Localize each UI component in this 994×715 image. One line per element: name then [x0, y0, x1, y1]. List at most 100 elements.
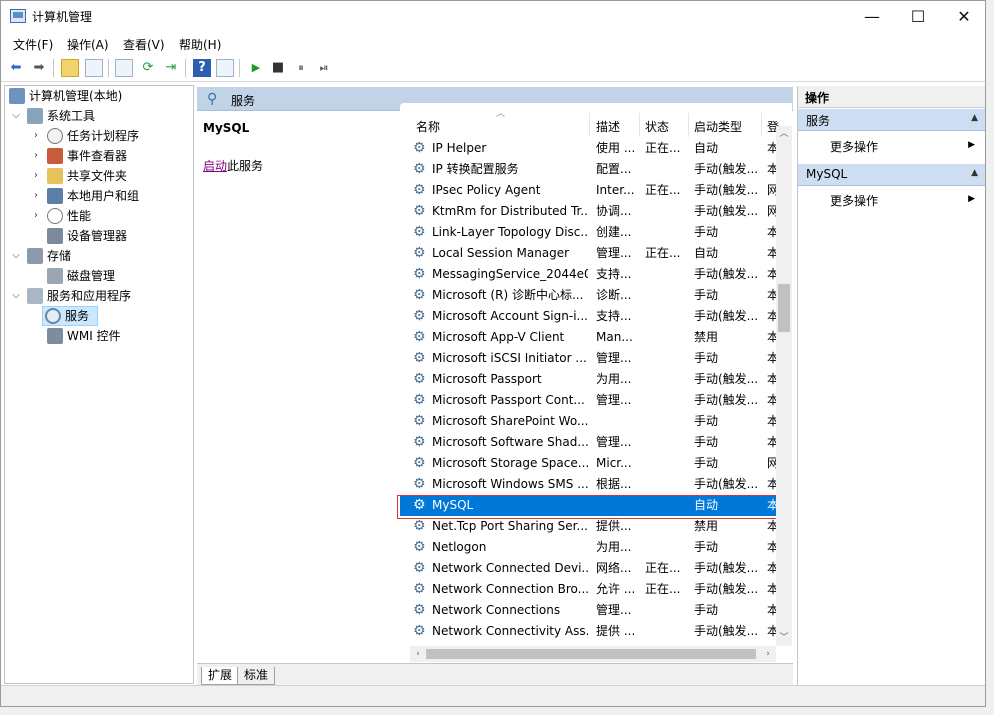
menu-help[interactable]: 帮助(H)	[179, 36, 221, 53]
service-name: Microsoft Passport	[432, 372, 542, 386]
service-startup-type: 手动	[694, 456, 719, 470]
show-hide-tree-icon[interactable]	[85, 59, 103, 77]
service-row[interactable]: ⚙ IP 转换配置服务 配置... 手动(触发... 本	[400, 159, 779, 180]
service-row[interactable]: ⚙ Network Connectivity Ass... 提供 ... 手动(触发.…	[400, 621, 779, 642]
help-icon[interactable]: ?	[193, 59, 211, 77]
gear-icon: ⚙	[413, 182, 426, 198]
tab-standard[interactable]: 标准	[237, 667, 276, 685]
action-group-services[interactable]: 服务 ▲	[798, 109, 985, 131]
stop-icon[interactable]: ■	[269, 59, 287, 77]
service-row[interactable]: ⚙ Local Session Manager 管理... 正在... 自动本	[400, 243, 779, 264]
back-icon[interactable]: ⬅	[7, 59, 25, 77]
device-manager-icon	[47, 228, 63, 244]
column-description[interactable]: 描述	[596, 118, 620, 135]
service-row[interactable]: ⚙ MySQL 自动本	[400, 495, 779, 516]
service-row[interactable]: ⚙ Microsoft Windows SMS ... 根据... 手动(触发... 本	[400, 474, 779, 495]
service-description: 使用 ...	[596, 141, 636, 155]
service-startup-type: 手动(触发...	[694, 393, 759, 407]
service-row[interactable]: ⚙ Microsoft Passport Cont... 管理... 手动(触发...…	[400, 390, 779, 411]
service-name: Microsoft Software Shad...	[432, 435, 588, 449]
service-description: 根据...	[596, 477, 632, 491]
service-description: 创建...	[596, 225, 632, 239]
scroll-up-icon[interactable]: ︿	[776, 126, 792, 142]
collapse-up-icon[interactable]: ▲	[971, 168, 978, 178]
forward-icon[interactable]: ➡	[30, 59, 48, 77]
column-name[interactable]: 名称	[416, 118, 440, 135]
services-applications-icon	[27, 288, 43, 304]
expand-icon[interactable]: ›	[31, 166, 41, 186]
performance-icon	[47, 208, 63, 224]
vertical-scrollbar[interactable]: ︿ ﹀	[776, 126, 792, 646]
service-startup-type: 手动	[694, 414, 719, 428]
service-row[interactable]: ⚙ Microsoft iSCSI Initiator ... 管理... 手动本	[400, 348, 779, 369]
service-row[interactable]: ⚙ Network Connected Devi... 网络... 正在... 手动(触…	[400, 558, 779, 579]
expand-icon[interactable]: ›	[31, 146, 41, 166]
menu-view[interactable]: 查看(V)	[123, 36, 165, 53]
service-name: MySQL	[432, 498, 474, 512]
service-startup-type: 禁用	[694, 519, 719, 533]
service-row[interactable]: ⚙ Microsoft Storage Space... Micr... 手动网	[400, 453, 779, 474]
view-tabs: 扩展 标准	[197, 663, 793, 685]
more-actions-services[interactable]: 更多操作	[830, 138, 878, 155]
service-startup-type: 自动	[694, 141, 719, 155]
service-row[interactable]: ⚙ Microsoft (R) 诊断中心标... 诊断... 手动本	[400, 285, 779, 306]
service-row[interactable]: ⚙ MessagingService_2044e0 支持... 手动(触发... 本	[400, 264, 779, 285]
expand-icon[interactable]: ›	[31, 206, 41, 226]
menu-file[interactable]: 文件(F)	[13, 36, 53, 53]
pause-icon[interactable]: ⏸	[292, 59, 310, 77]
service-row[interactable]: ⚙ IP Helper 使用 ... 正在... 自动本	[400, 138, 779, 159]
collapse-icon[interactable]: ⌵	[11, 106, 21, 126]
scroll-left-icon[interactable]: ‹	[410, 646, 426, 662]
start-service-link[interactable]: 启动	[203, 159, 227, 173]
service-description: Micr...	[596, 456, 632, 470]
service-row[interactable]: ⚙ Link-Layer Topology Disc... 创建... 手动本	[400, 222, 779, 243]
vertical-scroll-thumb[interactable]	[778, 284, 790, 332]
service-status: 正在...	[645, 582, 681, 596]
users-icon	[47, 188, 63, 204]
column-status[interactable]: 状态	[645, 118, 669, 135]
action-group-mysql[interactable]: MySQL ▲	[798, 164, 985, 186]
scroll-down-icon[interactable]: ﹀	[776, 630, 792, 646]
restart-icon[interactable]: ⏯	[315, 59, 333, 77]
minimize-button[interactable]: —	[849, 1, 895, 32]
play-icon[interactable]: ▶	[247, 59, 265, 77]
export-icon[interactable]: ⇥	[162, 59, 180, 77]
collapse-up-icon[interactable]: ▲	[971, 113, 978, 123]
services-list: ︿ 名称 描述 状态 启动类型 登 ⚙ IP Helper 使用 ... 正在... 自…	[400, 103, 792, 663]
service-row[interactable]: ⚙ Network Connections 管理... 手动本	[400, 600, 779, 621]
menu-action[interactable]: 操作(A)	[67, 36, 109, 53]
horizontal-scrollbar[interactable]: ‹ ›	[410, 646, 776, 662]
navigation-tree: 计算机管理(本地) ⌵ 系统工具 › 任务计划程序 › 事件查看器 › 共享文件…	[4, 85, 194, 684]
properties-icon[interactable]	[115, 59, 133, 77]
service-startup-type: 手动(触发...	[694, 561, 759, 575]
gear-icon: ⚙	[413, 350, 426, 366]
horizontal-scroll-thumb[interactable]	[426, 649, 756, 659]
service-row[interactable]: ⚙ KtmRm for Distributed Tr... 协调... 手动(触发..…	[400, 201, 779, 222]
view-icon[interactable]	[216, 59, 234, 77]
service-row[interactable]: ⚙ Microsoft Passport 为用... 手动(触发... 本	[400, 369, 779, 390]
expand-icon[interactable]: ›	[31, 126, 41, 146]
expand-icon[interactable]: ›	[31, 186, 41, 206]
refresh-icon[interactable]: ⟳	[139, 59, 157, 77]
service-row[interactable]: ⚙ Microsoft App-V Client Man... 禁用本	[400, 327, 779, 348]
collapse-icon[interactable]: ⌵	[11, 246, 21, 266]
service-row[interactable]: ⚙ Microsoft SharePoint Wo... 手动本	[400, 411, 779, 432]
service-row[interactable]: ⚙ Network Connection Bro... 允许 ... 正在... 手动(…	[400, 579, 779, 600]
tree-item-services[interactable]: 服务	[42, 306, 98, 326]
column-startup-type[interactable]: 启动类型	[694, 118, 742, 135]
service-row[interactable]: ⚙ Netlogon 为用... 手动本	[400, 537, 779, 558]
gear-icon: ⚙	[413, 623, 426, 639]
collapse-icon[interactable]: ⌵	[11, 286, 21, 306]
service-row[interactable]: ⚙ Microsoft Account Sign-i... 支持... 手动(触发..…	[400, 306, 779, 327]
more-actions-mysql[interactable]: 更多操作	[830, 192, 878, 209]
service-row[interactable]: ⚙ IPsec Policy Agent Inter... 正在... 手动(触发...…	[400, 180, 779, 201]
scroll-right-icon[interactable]: ›	[760, 646, 776, 662]
service-row[interactable]: ⚙ Net.Tcp Port Sharing Ser... 提供... 禁用本	[400, 516, 779, 537]
up-folder-icon[interactable]	[61, 59, 79, 77]
gear-icon: ⚙	[413, 287, 426, 303]
service-row[interactable]: ⚙ Microsoft Software Shad... 管理... 手动本	[400, 432, 779, 453]
close-button[interactable]: ✕	[941, 1, 985, 32]
maximize-button[interactable]: ☐	[895, 1, 941, 32]
gear-icon: ⚙	[413, 224, 426, 240]
tab-extended[interactable]: 扩展	[201, 667, 240, 685]
